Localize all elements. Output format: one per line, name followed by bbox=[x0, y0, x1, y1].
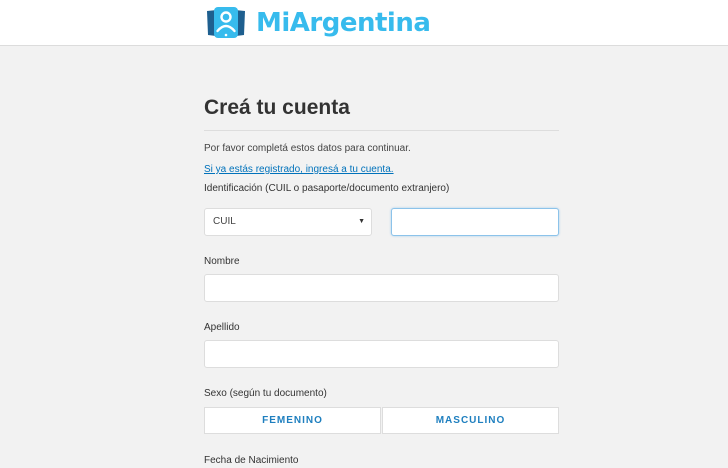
apellido-input[interactable] bbox=[204, 340, 559, 368]
nombre-label: Nombre bbox=[204, 256, 240, 267]
apellido-field-group: Apellido bbox=[204, 321, 559, 368]
page-title: Creá tu cuenta bbox=[204, 94, 559, 131]
intro-text: Por favor completá estos datos para cont… bbox=[204, 143, 411, 154]
id-type-selected-value: CUIL bbox=[213, 216, 236, 227]
brand-logo[interactable]: MiArgentina bbox=[204, 6, 431, 40]
sexo-label: Sexo (según tu documento) bbox=[204, 388, 327, 399]
nombre-input[interactable] bbox=[204, 274, 559, 302]
brand-name: MiArgentina bbox=[256, 8, 431, 38]
login-link[interactable]: Si ya estás registrado, ingresá a tu cue… bbox=[204, 163, 394, 177]
top-bar: MiArgentina bbox=[0, 0, 728, 46]
signup-form: Creá tu cuenta Por favor completá estos … bbox=[204, 94, 559, 468]
person-badge-icon bbox=[207, 7, 245, 38]
birth-date-label: Fecha de Nacimiento bbox=[204, 455, 299, 466]
masculino-button[interactable]: MASCULINO bbox=[382, 407, 559, 434]
sexo-options: FEMENINO MASCULINO bbox=[204, 407, 559, 434]
id-number-input[interactable] bbox=[391, 208, 559, 236]
apellido-label: Apellido bbox=[204, 322, 240, 333]
identification-label: Identificación (CUIL o pasaporte/documen… bbox=[204, 183, 450, 194]
femenino-button[interactable]: FEMENINO bbox=[204, 407, 381, 434]
identification-row: CUIL ▼ bbox=[204, 208, 559, 236]
nombre-field-group: Nombre bbox=[204, 255, 559, 302]
chevron-down-icon: ▼ bbox=[358, 218, 365, 225]
id-type-select[interactable]: CUIL ▼ bbox=[204, 208, 372, 236]
sexo-field-group: Sexo (según tu documento) FEMENINO MASCU… bbox=[204, 387, 559, 434]
